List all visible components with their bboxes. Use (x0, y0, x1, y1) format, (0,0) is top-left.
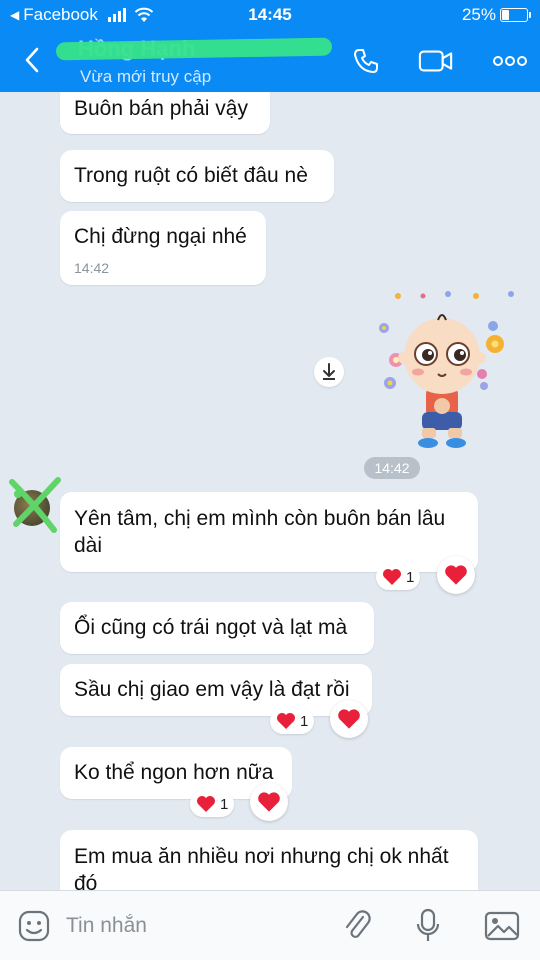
back-icon (25, 47, 39, 73)
message-bubble[interactable]: Yên tâm, chị em mình còn buôn bán lâu dà… (60, 492, 478, 572)
chat-area[interactable]: Buôn bán phải vậy Trong ruột có biết đâu… (0, 92, 540, 890)
message-bubble[interactable]: Sầu chị giao em vậy là đạt rồi (60, 664, 372, 716)
message-bubble[interactable]: Trong ruột có biết đâu nè (60, 150, 334, 202)
message-text: Ko thể ngon hơn nữa (74, 761, 274, 784)
reaction-count: 1 (300, 712, 309, 730)
message-bubble[interactable]: Buôn bán phải vậy (60, 92, 270, 134)
clock: 14:45 (248, 5, 292, 24)
react-button[interactable] (437, 556, 475, 594)
message-input-bar (0, 890, 540, 960)
emoji-button[interactable] (16, 908, 52, 944)
sticker-time: 14:42 (364, 457, 420, 479)
status-bar: ◀ Facebook 14:45 25% (0, 0, 540, 30)
reaction-summary[interactable]: 1 (190, 791, 235, 817)
message-time: 14:42 (74, 260, 110, 276)
image-icon (484, 911, 520, 941)
message-text: Sầu chị giao em vậy là đạt rồi (74, 678, 350, 701)
battery-level-fill (502, 10, 509, 20)
heart-icon (445, 565, 467, 585)
more-icon (493, 56, 527, 66)
message-text-line: dài (74, 534, 103, 557)
call-button[interactable] (348, 44, 384, 78)
avatar-scribble-mark (9, 477, 61, 533)
status-right: 25% (461, 5, 531, 25)
image-button[interactable] (484, 908, 520, 944)
phone-icon (354, 49, 378, 73)
message-bubble[interactable]: Em mua ăn nhiều nơi nhưng chị ok nhất đó (60, 830, 478, 890)
message-text: Trong ruột có biết đâu nè (74, 164, 308, 187)
contact-status: Vừa mới truy cập (80, 67, 212, 86)
heart-icon (258, 792, 280, 812)
download-button[interactable] (314, 357, 344, 387)
message-bubble[interactable]: Ổi cũng có trái ngọt và lạt mà (60, 602, 374, 654)
attachment-icon (345, 910, 371, 938)
reaction-summary[interactable]: 1 (376, 564, 421, 590)
reaction-count: 1 (220, 795, 229, 813)
video-icon (418, 50, 453, 72)
heart-icon (383, 569, 401, 585)
message-text-line: Yên tâm, chị em mình còn buôn bán lâu (74, 507, 446, 530)
react-button[interactable] (330, 700, 368, 738)
message-text-line: đó (74, 872, 98, 890)
attach-button[interactable] (340, 908, 376, 944)
message-text: Ổi cũng có trái ngọt và lạt mà (74, 616, 348, 639)
baby-character (398, 314, 486, 448)
message-text: Chị đừng ngại nhé (74, 225, 247, 248)
message-text-line: Em mua ăn nhiều nơi nhưng chị ok nhất (74, 845, 449, 868)
video-call-button[interactable] (418, 44, 454, 78)
name-redaction-mark (55, 37, 333, 61)
heart-icon (277, 713, 295, 729)
message-bubble[interactable]: Chị đừng ngại nhé 14:42 (60, 211, 266, 285)
microphone-icon (416, 908, 440, 941)
react-button[interactable] (250, 783, 288, 821)
reaction-count: 1 (406, 568, 415, 586)
heart-icon (197, 796, 215, 812)
reaction-summary[interactable]: 1 (270, 708, 315, 734)
download-icon (323, 363, 335, 380)
battery-percent: 25% (461, 5, 496, 24)
chat-header: Hồng Hạnh Vừa mới truy cập (0, 30, 540, 92)
more-button[interactable] (492, 44, 528, 78)
battery-icon (500, 8, 531, 22)
voice-button[interactable] (410, 908, 446, 944)
baby-sticker[interactable] (368, 288, 528, 458)
back-button[interactable] (14, 40, 50, 80)
message-text: Buôn bán phải vậy (74, 97, 248, 120)
heart-icon (338, 709, 360, 729)
emoji-icon (18, 910, 50, 942)
message-input[interactable] (66, 909, 316, 943)
